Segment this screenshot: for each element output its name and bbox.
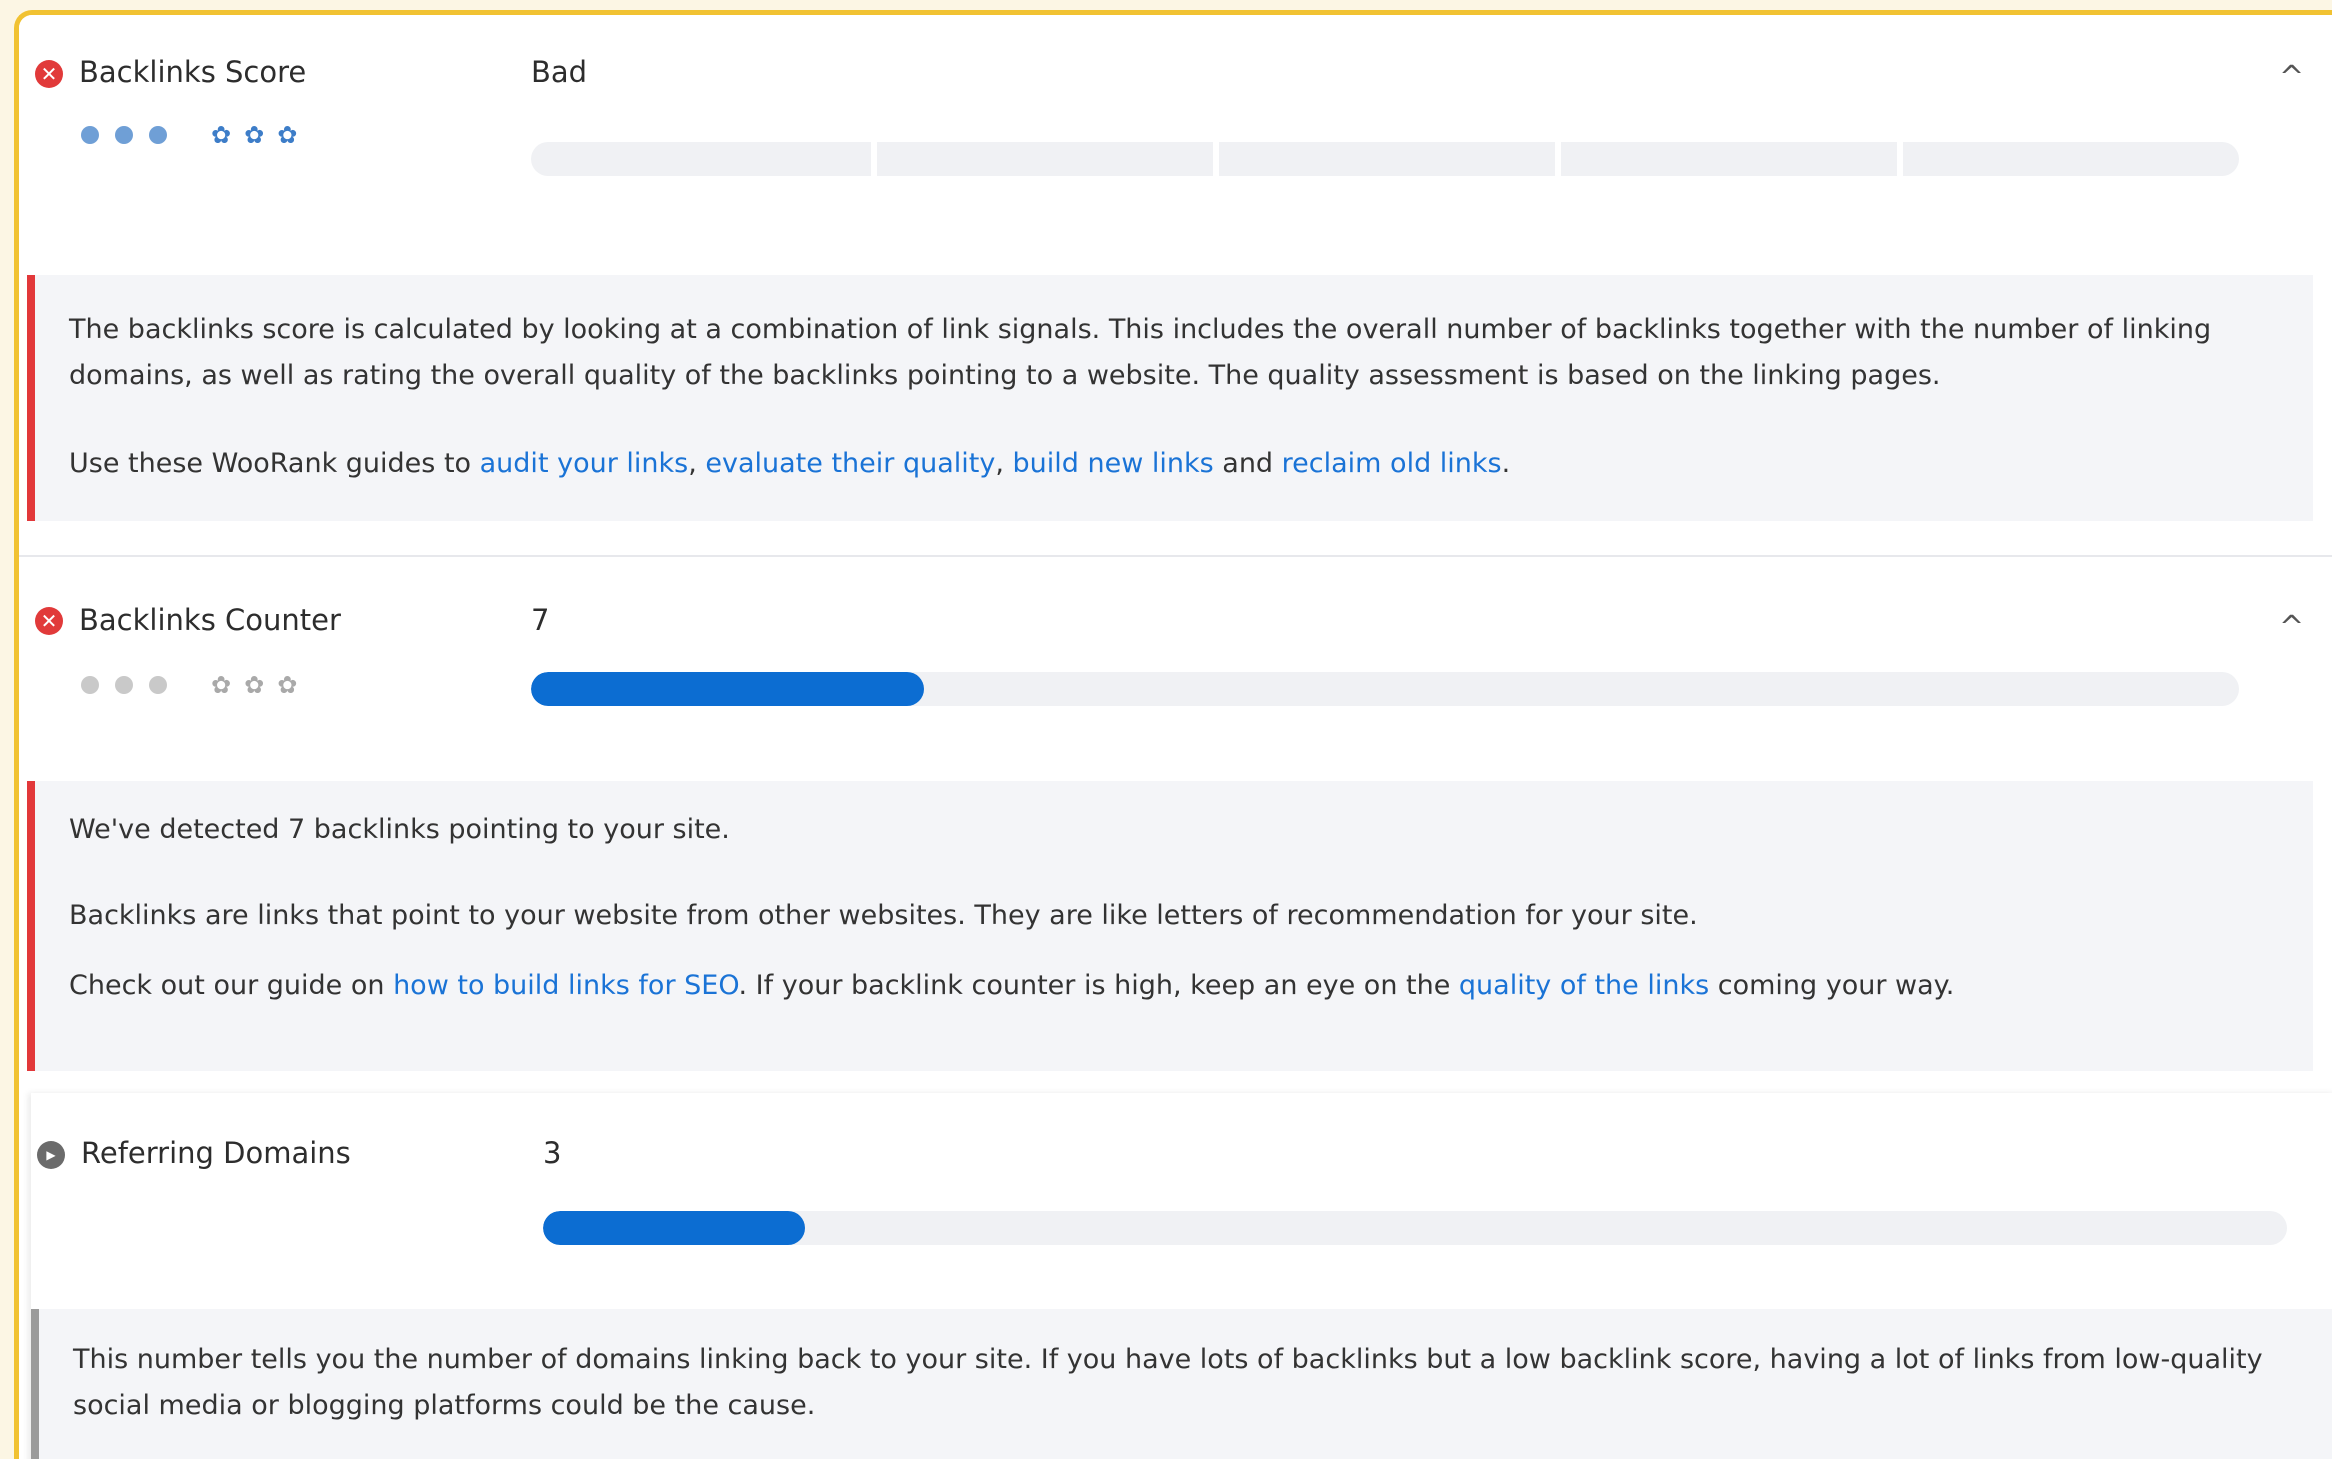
importance-dot-icon [149,676,167,694]
chevron-up-icon[interactable]: ^ [2279,63,2304,93]
gear-icon: ✿ [277,671,298,699]
section-description: This number tells you the number of doma… [31,1309,2332,1459]
description-text: We've detected 7 backlinks pointing to y… [69,814,730,845]
importance-difficulty-pips: ✿ ✿ ✿ [81,673,310,697]
description-text: This number tells you the number of doma… [73,1344,2263,1421]
gear-icon: ✿ [211,121,232,149]
importance-difficulty-pips: ✿ ✿ ✿ [81,123,310,147]
status-bad-icon: ✕ [35,60,63,88]
reclaim-links-link[interactable]: reclaim old links [1282,448,1502,479]
counter-progress-track [531,672,2239,706]
description-text: Backlinks are links that point to your w… [69,900,1698,931]
gear-icon: ✿ [211,671,232,699]
evaluate-quality-link[interactable]: evaluate their quality [705,448,995,479]
chevron-up-icon[interactable]: ^ [2279,613,2304,643]
section-description: The backlinks score is calculated by loo… [27,275,2313,521]
domains-progress-track [543,1211,2287,1245]
guides-paragraph: Use these WooRank guides to audit your l… [69,448,1511,479]
importance-dot-icon [115,126,133,144]
section-title: Referring Domains [81,1136,351,1170]
importance-dot-icon [81,676,99,694]
status-bad-icon: ✕ [35,607,63,635]
section-value: 7 [531,603,550,637]
importance-dot-icon [149,126,167,144]
section-title: Backlinks Counter [79,603,341,637]
score-progress-track [531,142,2239,176]
section-backlinks-score[interactable]: ✕ Backlinks Score Bad ^ ✿ ✿ ✿ The backli… [19,15,2332,555]
counter-progress-fill [531,672,924,706]
section-description: We've detected 7 backlinks pointing to y… [27,781,2313,1071]
audit-links-link[interactable]: audit your links [480,448,689,479]
description-text: The backlinks score is calculated by loo… [69,314,2212,391]
section-referring-domains[interactable]: ▶ Referring Domains 3 This number tells … [31,1093,2332,1459]
section-backlinks-counter[interactable]: ✕ Backlinks Counter 7 ^ ✿ ✿ ✿ We've dete… [19,557,2332,1093]
audit-panel: ✕ Backlinks Score Bad ^ ✿ ✿ ✿ The backli… [14,10,2332,1459]
gear-icon: ✿ [244,671,265,699]
importance-dot-icon [81,126,99,144]
domains-progress-fill [543,1211,805,1245]
gear-icon: ✿ [244,121,265,149]
importance-dot-icon [115,676,133,694]
guide-paragraph: Check out our guide on how to build link… [69,970,1955,1001]
build-links-link[interactable]: build new links [1013,448,1214,479]
section-title: Backlinks Score [79,55,307,89]
gear-icon: ✿ [277,121,298,149]
build-links-seo-link[interactable]: how to build links for SEO [393,970,738,1001]
links-quality-link[interactable]: quality of the links [1459,970,1709,1001]
section-value: Bad [531,55,588,89]
status-neutral-icon: ▶ [37,1141,65,1169]
section-value: 3 [543,1136,562,1170]
